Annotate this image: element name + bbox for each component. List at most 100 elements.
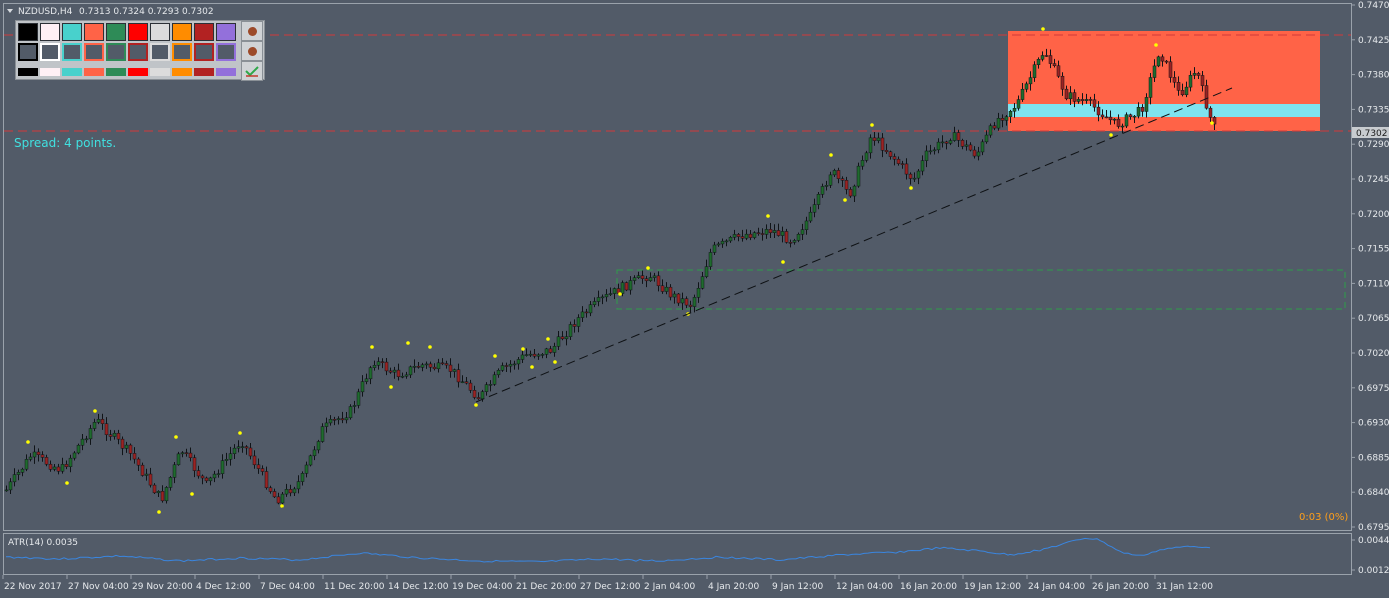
candle: [516, 359, 521, 365]
fractal-marker: [1210, 121, 1214, 125]
palette-outline-swatch[interactable]: [172, 43, 192, 61]
candle: [852, 185, 857, 197]
candle: [44, 457, 49, 465]
candle: [1192, 73, 1197, 76]
palette-bar-swatch[interactable]: [150, 68, 170, 76]
palette-fill-swatch[interactable]: [40, 23, 60, 41]
tool-button-1[interactable]: [241, 21, 263, 41]
chart-window[interactable]: 0.7470 0.7425 0.7380 0.7335 0.7290 0.7245 0.72…: [0, 0, 1389, 598]
fractal-marker: [65, 481, 69, 485]
record-dot-icon: [248, 27, 257, 36]
candle: [236, 446, 241, 449]
palette-outline-swatch[interactable]: [216, 43, 236, 61]
fractal-marker: [1109, 133, 1113, 137]
palette-outline-swatch[interactable]: [194, 43, 214, 61]
palette-fill-swatch[interactable]: [216, 23, 236, 41]
palette-bar-swatch[interactable]: [194, 68, 214, 76]
palette-fill-swatch[interactable]: [194, 23, 214, 41]
palette-fill-swatch[interactable]: [84, 23, 104, 41]
candle: [776, 230, 781, 236]
palette-bar-swatch[interactable]: [106, 68, 126, 76]
palette-bar-swatch[interactable]: [128, 68, 148, 76]
palette-bar-swatch[interactable]: [172, 68, 192, 76]
candle: [224, 459, 229, 461]
candle: [668, 286, 673, 298]
candle: [684, 298, 689, 306]
candle: [632, 277, 637, 281]
palette-bar-swatch[interactable]: [84, 68, 104, 76]
price-chart[interactable]: 0.7470 0.7425 0.7380 0.7335 0.7290 0.7245 0.72…: [0, 0, 1389, 598]
support-zone-outline[interactable]: [616, 269, 1346, 310]
palette-fill-swatch[interactable]: [106, 23, 126, 41]
candle: [1048, 55, 1053, 64]
trendline[interactable]: [475, 87, 1233, 403]
candle: [1144, 97, 1149, 112]
candle: [1172, 77, 1177, 83]
candle: [988, 125, 993, 136]
palette-fill-swatch[interactable]: [150, 23, 170, 41]
candle: [676, 293, 681, 304]
fractal-marker: [546, 337, 550, 341]
candle: [588, 304, 593, 314]
candle: [264, 471, 269, 489]
candle: [484, 384, 489, 392]
palette-outline-swatch[interactable]: [106, 43, 126, 61]
candle: [416, 366, 421, 368]
palette-outline-swatch[interactable]: [40, 43, 60, 61]
candle: [68, 457, 73, 467]
palette-outline-swatch[interactable]: [18, 43, 38, 61]
time-tick-label: 9 Jan 12:00: [772, 582, 824, 592]
fractal-marker: [553, 360, 557, 364]
candle: [1080, 99, 1085, 101]
candle: [536, 354, 541, 357]
candle: [296, 481, 301, 490]
fractal-marker: [829, 153, 833, 157]
candle: [376, 361, 381, 366]
tool-button-3[interactable]: [241, 61, 263, 81]
candle: [760, 233, 765, 235]
candle: [812, 204, 817, 213]
palette-outline-swatch[interactable]: [150, 43, 170, 61]
tool-button-2[interactable]: [241, 41, 263, 61]
palette-fill-swatch[interactable]: [172, 23, 192, 41]
palette-bar-swatch[interactable]: [18, 68, 38, 76]
candle: [1132, 115, 1137, 118]
candle: [496, 370, 501, 376]
candle: [104, 423, 109, 435]
triangle-down-icon[interactable]: [7, 9, 13, 13]
candle: [292, 488, 297, 494]
palette-outline-swatch[interactable]: [128, 43, 148, 61]
candle: [432, 366, 437, 370]
candle: [1040, 55, 1045, 60]
candle: [672, 293, 677, 298]
candle: [580, 311, 585, 318]
palette-bar-swatch[interactable]: [40, 68, 60, 76]
time-tick-label: 26 Jan 20:00: [1092, 582, 1149, 592]
candle: [884, 150, 889, 153]
candle: [524, 354, 529, 356]
palette-fill-swatch[interactable]: [128, 23, 148, 41]
candle: [1064, 88, 1069, 100]
palette-fill-swatch[interactable]: [62, 23, 82, 41]
palette-outline-swatch[interactable]: [62, 43, 82, 61]
fractal-marker: [406, 341, 410, 345]
candle: [764, 229, 769, 235]
candle: [52, 466, 57, 470]
palette-bar-swatch[interactable]: [216, 68, 236, 76]
palette-bar-swatch[interactable]: [62, 68, 82, 76]
candle: [464, 381, 469, 384]
candle: [720, 240, 725, 245]
palette-fill-swatch[interactable]: [18, 23, 38, 41]
atr-tick-0: 0.0044: [1358, 536, 1389, 546]
candle: [1060, 75, 1065, 90]
candle: [532, 353, 537, 357]
candle: [868, 137, 873, 154]
candle: [288, 489, 293, 494]
candle: [660, 285, 665, 292]
candle: [1036, 59, 1041, 65]
fractal-marker: [26, 440, 30, 444]
resistance-zone-band: [1008, 104, 1320, 117]
spread-text: Spread: 4 points.: [14, 136, 116, 150]
palette-outline-swatch[interactable]: [84, 43, 104, 61]
candle: [332, 419, 337, 421]
